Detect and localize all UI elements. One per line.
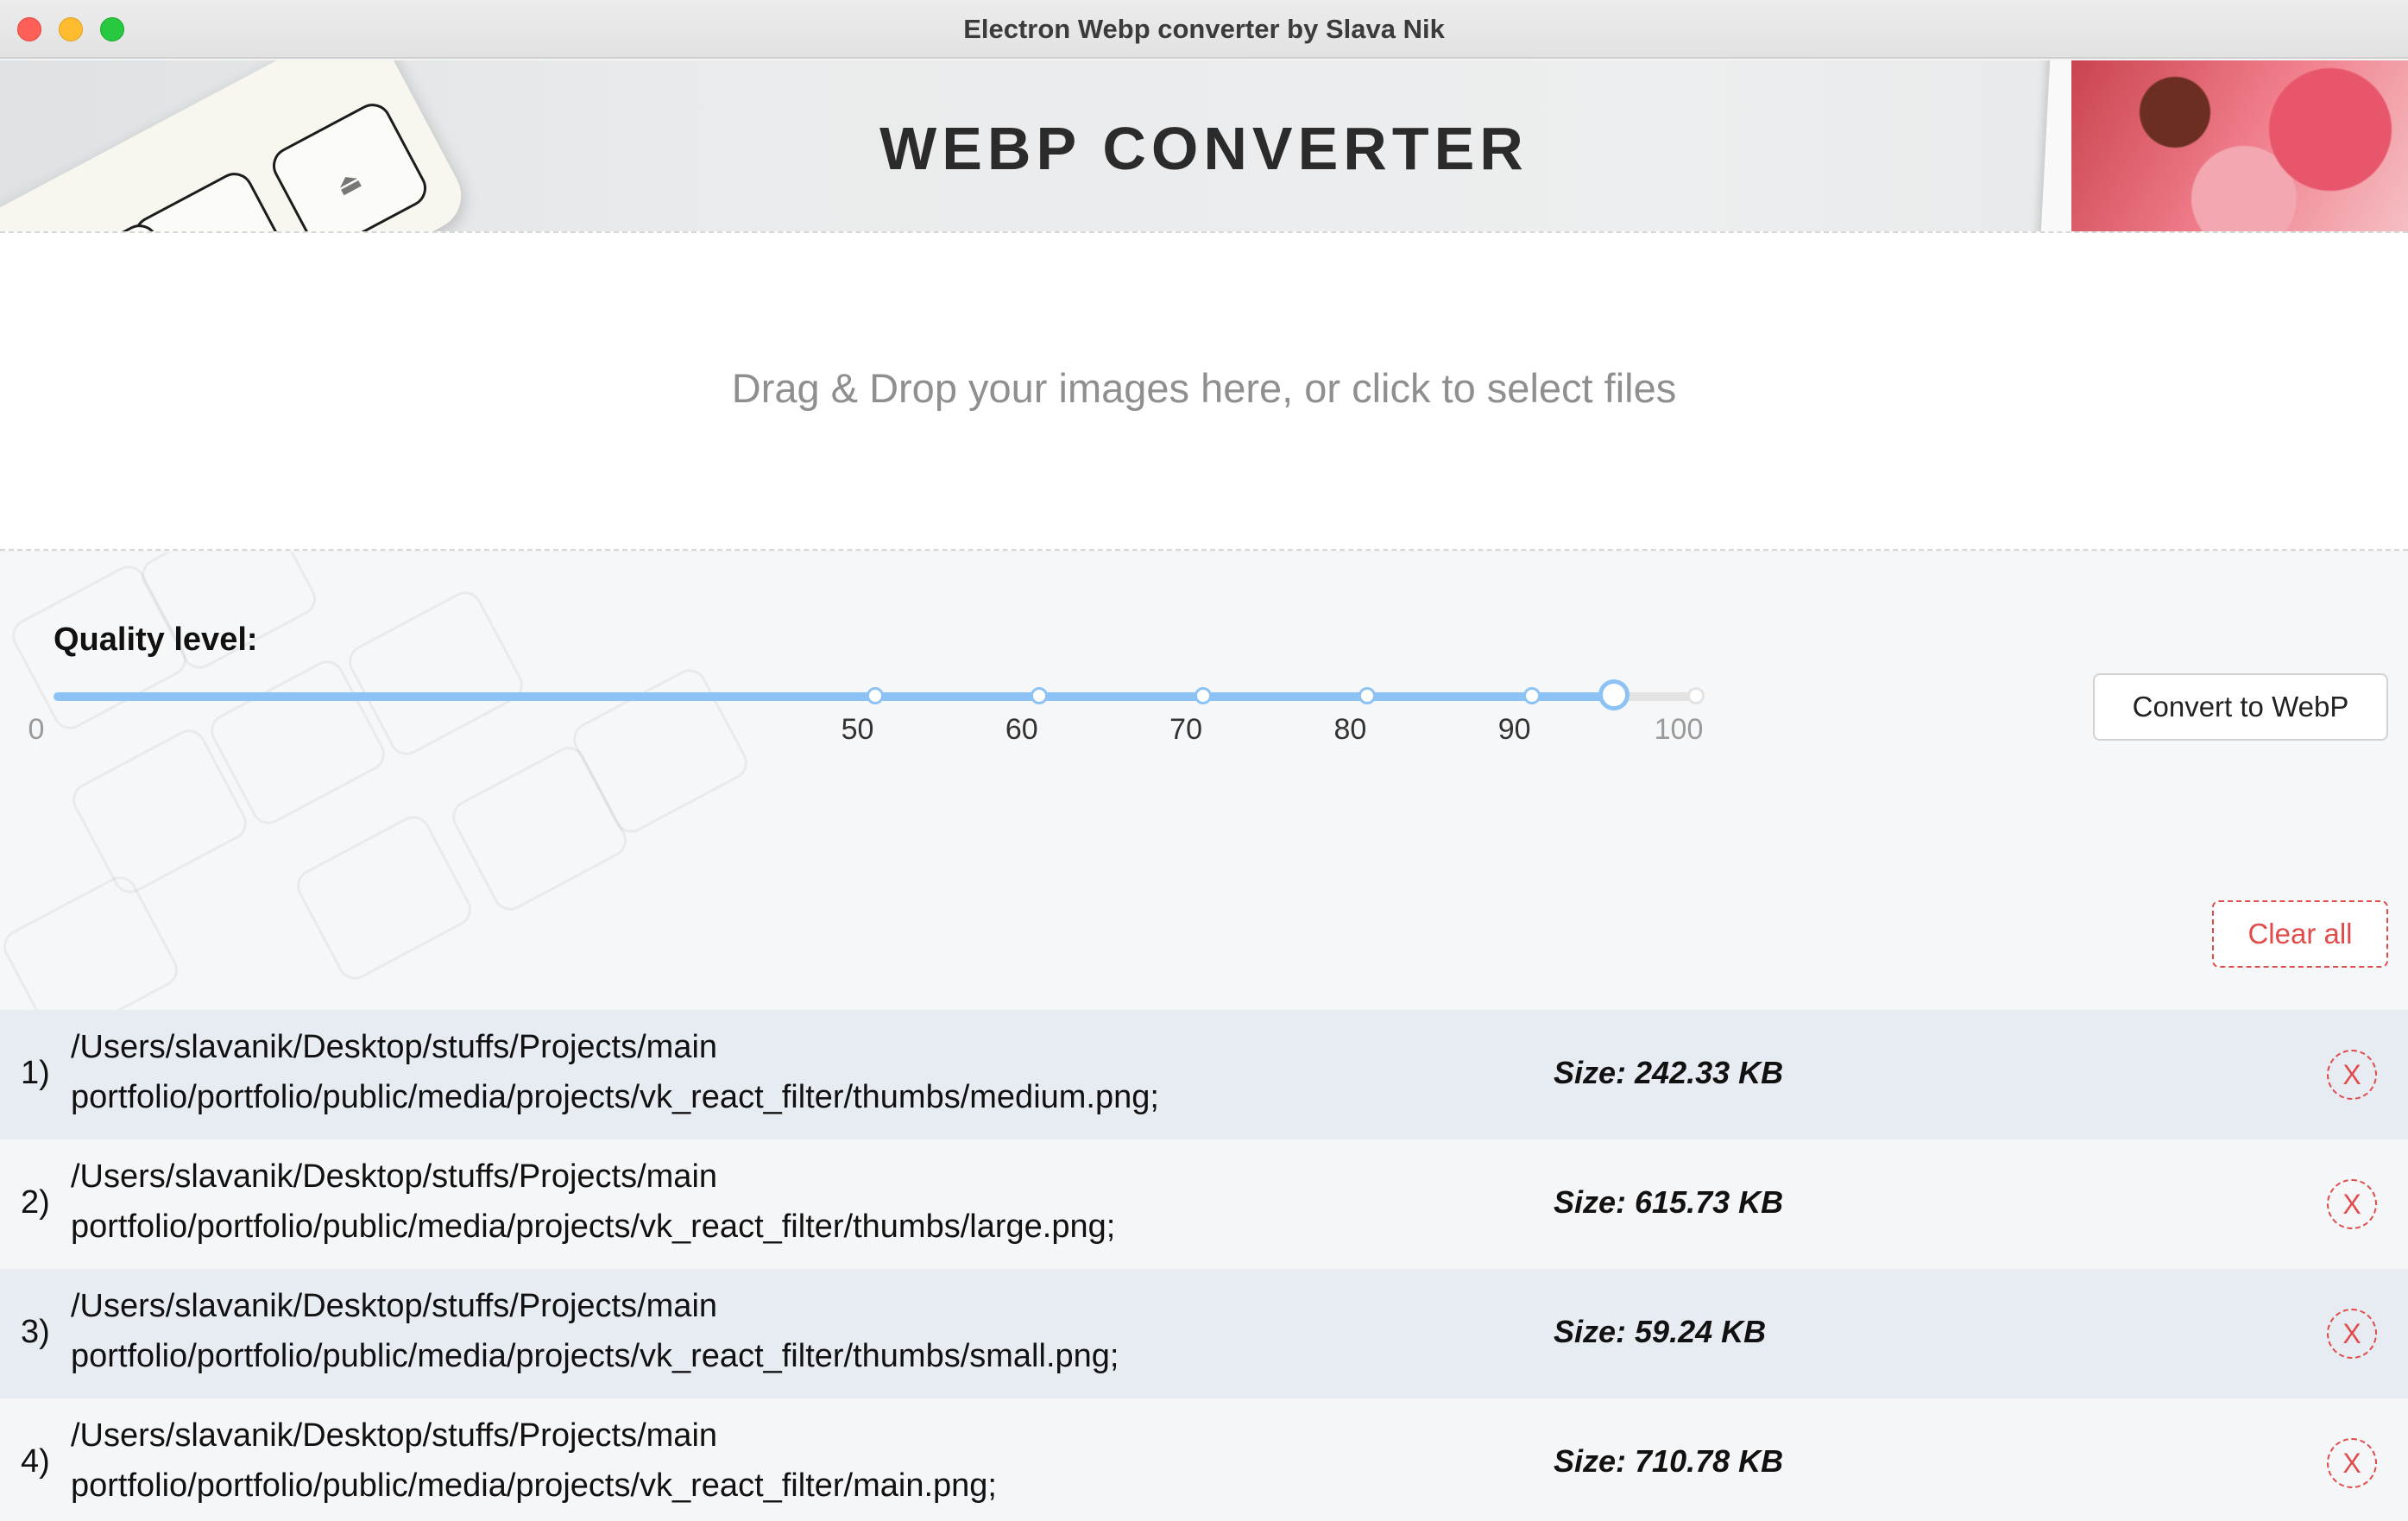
file-size: Size: 59.24 KB — [1554, 1314, 1767, 1349]
remove-file-button[interactable]: X — [2327, 1309, 2377, 1359]
window-titlebar: Electron Webp converter by Slava Nik — [0, 0, 2408, 59]
slider-mark-label: 50 — [841, 713, 874, 746]
remove-file-button[interactable]: X — [2327, 1050, 2377, 1100]
slider-mark-label: 60 — [1005, 713, 1038, 746]
file-path-line: portfolio/portfolio/public/media/project… — [71, 1209, 1116, 1245]
file-list: 1) /Users/slavanik/Desktop/stuffs/Projec… — [0, 1010, 2408, 1521]
file-path-line: /Users/slavanik/Desktop/stuffs/Projects/… — [71, 1158, 718, 1195]
file-index: 1) — [21, 1055, 50, 1091]
slider-mark-dot — [1358, 687, 1377, 704]
quality-slider-handle[interactable] — [1598, 679, 1629, 710]
file-path-line: /Users/slavanik/Desktop/stuffs/Projects/… — [71, 1417, 718, 1454]
file-index: 4) — [21, 1443, 50, 1480]
file-row: 3) /Users/slavanik/Desktop/stuffs/Projec… — [0, 1269, 2408, 1398]
slider-mark-label: 0 — [28, 713, 45, 746]
file-size: Size: 615.73 KB — [1554, 1184, 1784, 1220]
file-size: Size: 710.78 KB — [1554, 1443, 1784, 1479]
convert-button[interactable]: Convert to WebP — [2093, 673, 2388, 741]
slider-mark-dot — [1030, 687, 1048, 704]
file-row: 4) /Users/slavanik/Desktop/stuffs/Projec… — [0, 1398, 2408, 1521]
slider-mark-label: 70 — [1169, 713, 1203, 746]
quality-slider-fill — [54, 692, 1614, 701]
clear-all-button[interactable]: Clear all — [2212, 900, 2388, 968]
header-banner: ⏏ WEBP CONVERTER — [0, 60, 2408, 231]
slider-mark-label: 100 — [1654, 713, 1704, 746]
file-path: /Users/slavanik/Desktop/stuffs/Projects/… — [71, 1281, 1538, 1381]
file-size: Size: 242.33 KB — [1554, 1055, 1784, 1090]
controls-panel: Quality level: Convert to WebP Clear all… — [0, 552, 2408, 1010]
dropzone-text: Drag & Drop your images here, or click t… — [731, 365, 1677, 411]
file-path-line: portfolio/portfolio/public/media/project… — [71, 1467, 997, 1504]
file-row: 2) /Users/slavanik/Desktop/stuffs/Projec… — [0, 1139, 2408, 1269]
file-path-line: portfolio/portfolio/public/media/project… — [71, 1338, 1119, 1374]
window-title: Electron Webp converter by Slava Nik — [963, 14, 1445, 44]
file-path-line: /Users/slavanik/Desktop/stuffs/Projects/… — [71, 1029, 718, 1065]
file-index: 3) — [21, 1314, 50, 1350]
quality-label: Quality level: — [54, 622, 258, 658]
background-key-shape — [291, 810, 477, 986]
file-index: 2) — [21, 1184, 50, 1221]
slider-mark-label: 80 — [1333, 713, 1367, 746]
slider-mark-dot — [1195, 687, 1213, 704]
remove-file-button[interactable]: X — [2327, 1438, 2377, 1488]
background-key-shape — [0, 870, 184, 1010]
file-path: /Users/slavanik/Desktop/stuffs/Projects/… — [71, 1411, 1538, 1511]
slider-mark-dot — [866, 687, 884, 704]
remove-file-button[interactable]: X — [2327, 1179, 2377, 1229]
file-path-line: portfolio/portfolio/public/media/project… — [71, 1079, 1159, 1115]
file-path-line: /Users/slavanik/Desktop/stuffs/Projects/… — [71, 1288, 718, 1324]
slider-mark-dot — [1687, 687, 1705, 704]
file-path: /Users/slavanik/Desktop/stuffs/Projects/… — [71, 1022, 1538, 1122]
page-title: WEBP CONVERTER — [879, 115, 1529, 182]
file-path: /Users/slavanik/Desktop/stuffs/Projects/… — [71, 1152, 1538, 1252]
file-dropzone[interactable]: Drag & Drop your images here, or click t… — [0, 231, 2408, 551]
file-row: 1) /Users/slavanik/Desktop/stuffs/Projec… — [0, 1010, 2408, 1139]
quality-slider[interactable] — [54, 679, 1705, 710]
slider-mark-label: 90 — [1497, 713, 1531, 746]
slider-mark-dot — [1522, 687, 1541, 704]
